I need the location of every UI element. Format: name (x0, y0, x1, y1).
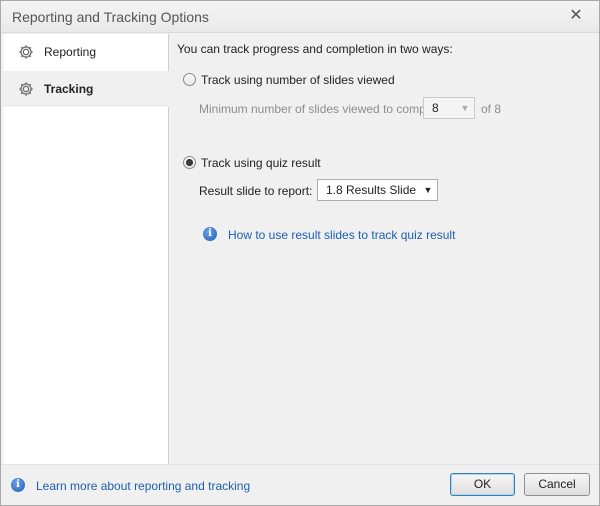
sidebar: Reporting Tracking (3, 34, 169, 464)
sidebar-item-label: Tracking (44, 82, 94, 96)
sidebar-item-reporting[interactable]: Reporting (3, 34, 169, 70)
radio-track-quiz[interactable] (183, 156, 196, 169)
sidebar-item-label: Reporting (44, 45, 97, 59)
close-button[interactable]: ✕ (567, 7, 585, 25)
gear-icon (19, 82, 33, 96)
gear-icon (19, 45, 33, 59)
chevron-down-icon: ▼ (423, 185, 433, 195)
min-slides-label: Minimum number of slides viewed to compl… (199, 102, 449, 116)
reporting-tracking-dialog: Reporting and Tracking Options ✕ Reporti… (0, 0, 600, 506)
tracking-panel: You can track progress and completion in… (169, 34, 597, 464)
dialog-title: Reporting and Tracking Options (12, 9, 209, 25)
result-slide-select[interactable]: 1.8 Results Slide ▼ (317, 179, 438, 201)
sidebar-item-tracking[interactable]: Tracking (3, 71, 169, 107)
slide-total-label: of 8 (481, 102, 502, 116)
radio-track-quiz-label: Track using quiz result (201, 156, 321, 170)
ok-button[interactable]: OK (450, 473, 515, 496)
info-icon: i (11, 478, 25, 492)
min-slides-value: 8 (432, 101, 439, 115)
cancel-button[interactable]: Cancel (524, 473, 590, 496)
title-bar: Reporting and Tracking Options ✕ (1, 1, 599, 33)
learn-more-link[interactable]: Learn more about reporting and tracking (36, 479, 250, 493)
chevron-down-icon: ▼ (460, 103, 470, 113)
info-icon: i (203, 227, 217, 241)
tracking-intro: You can track progress and completion in… (177, 42, 453, 56)
min-slides-select[interactable]: 8 ▼ (423, 97, 475, 119)
result-slide-value: 1.8 Results Slide (326, 183, 417, 197)
radio-track-slides-label: Track using number of slides viewed (201, 73, 395, 87)
result-slide-label: Result slide to report: (199, 184, 313, 198)
radio-track-slides[interactable] (183, 73, 196, 86)
help-result-slides-link[interactable]: How to use result slides to track quiz r… (228, 228, 455, 242)
footer-divider (1, 464, 599, 465)
close-icon: ✕ (569, 7, 583, 24)
